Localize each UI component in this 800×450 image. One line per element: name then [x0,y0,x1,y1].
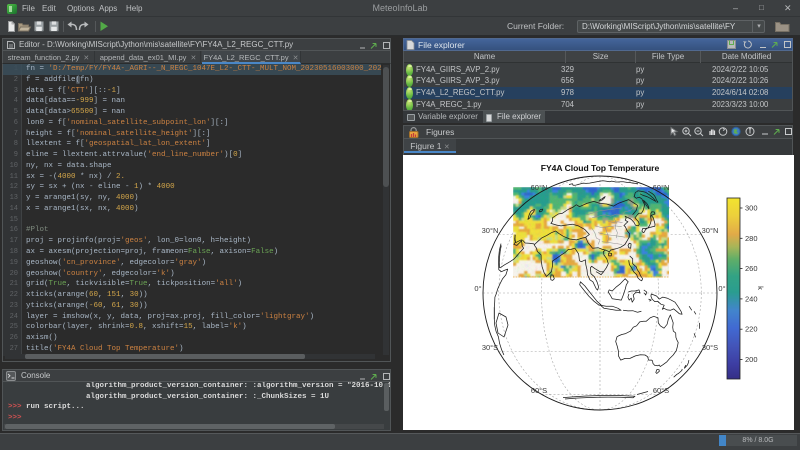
svg-text:240: 240 [745,294,758,303]
svg-text:60°S: 60°S [653,386,669,395]
svg-text:FY4A Cloud Top Temperature: FY4A Cloud Top Temperature [541,163,660,173]
svg-text:60°N: 60°N [531,183,548,192]
svg-text:0°: 0° [718,284,725,293]
svg-text:30°N: 30°N [702,226,719,235]
svg-text:260: 260 [745,264,758,273]
svg-text:30°N: 30°N [482,226,499,235]
svg-text:30°S: 30°S [702,343,718,352]
svg-text:200: 200 [745,355,758,364]
svg-text:300: 300 [745,204,758,213]
svg-text:220: 220 [745,325,758,334]
svg-text:0°: 0° [474,284,481,293]
svg-text:60°S: 60°S [531,386,547,395]
svg-text:60°N: 60°N [653,183,670,192]
svg-text:280: 280 [745,234,758,243]
svg-text:k: k [756,286,765,290]
svg-text:30°S: 30°S [482,343,498,352]
